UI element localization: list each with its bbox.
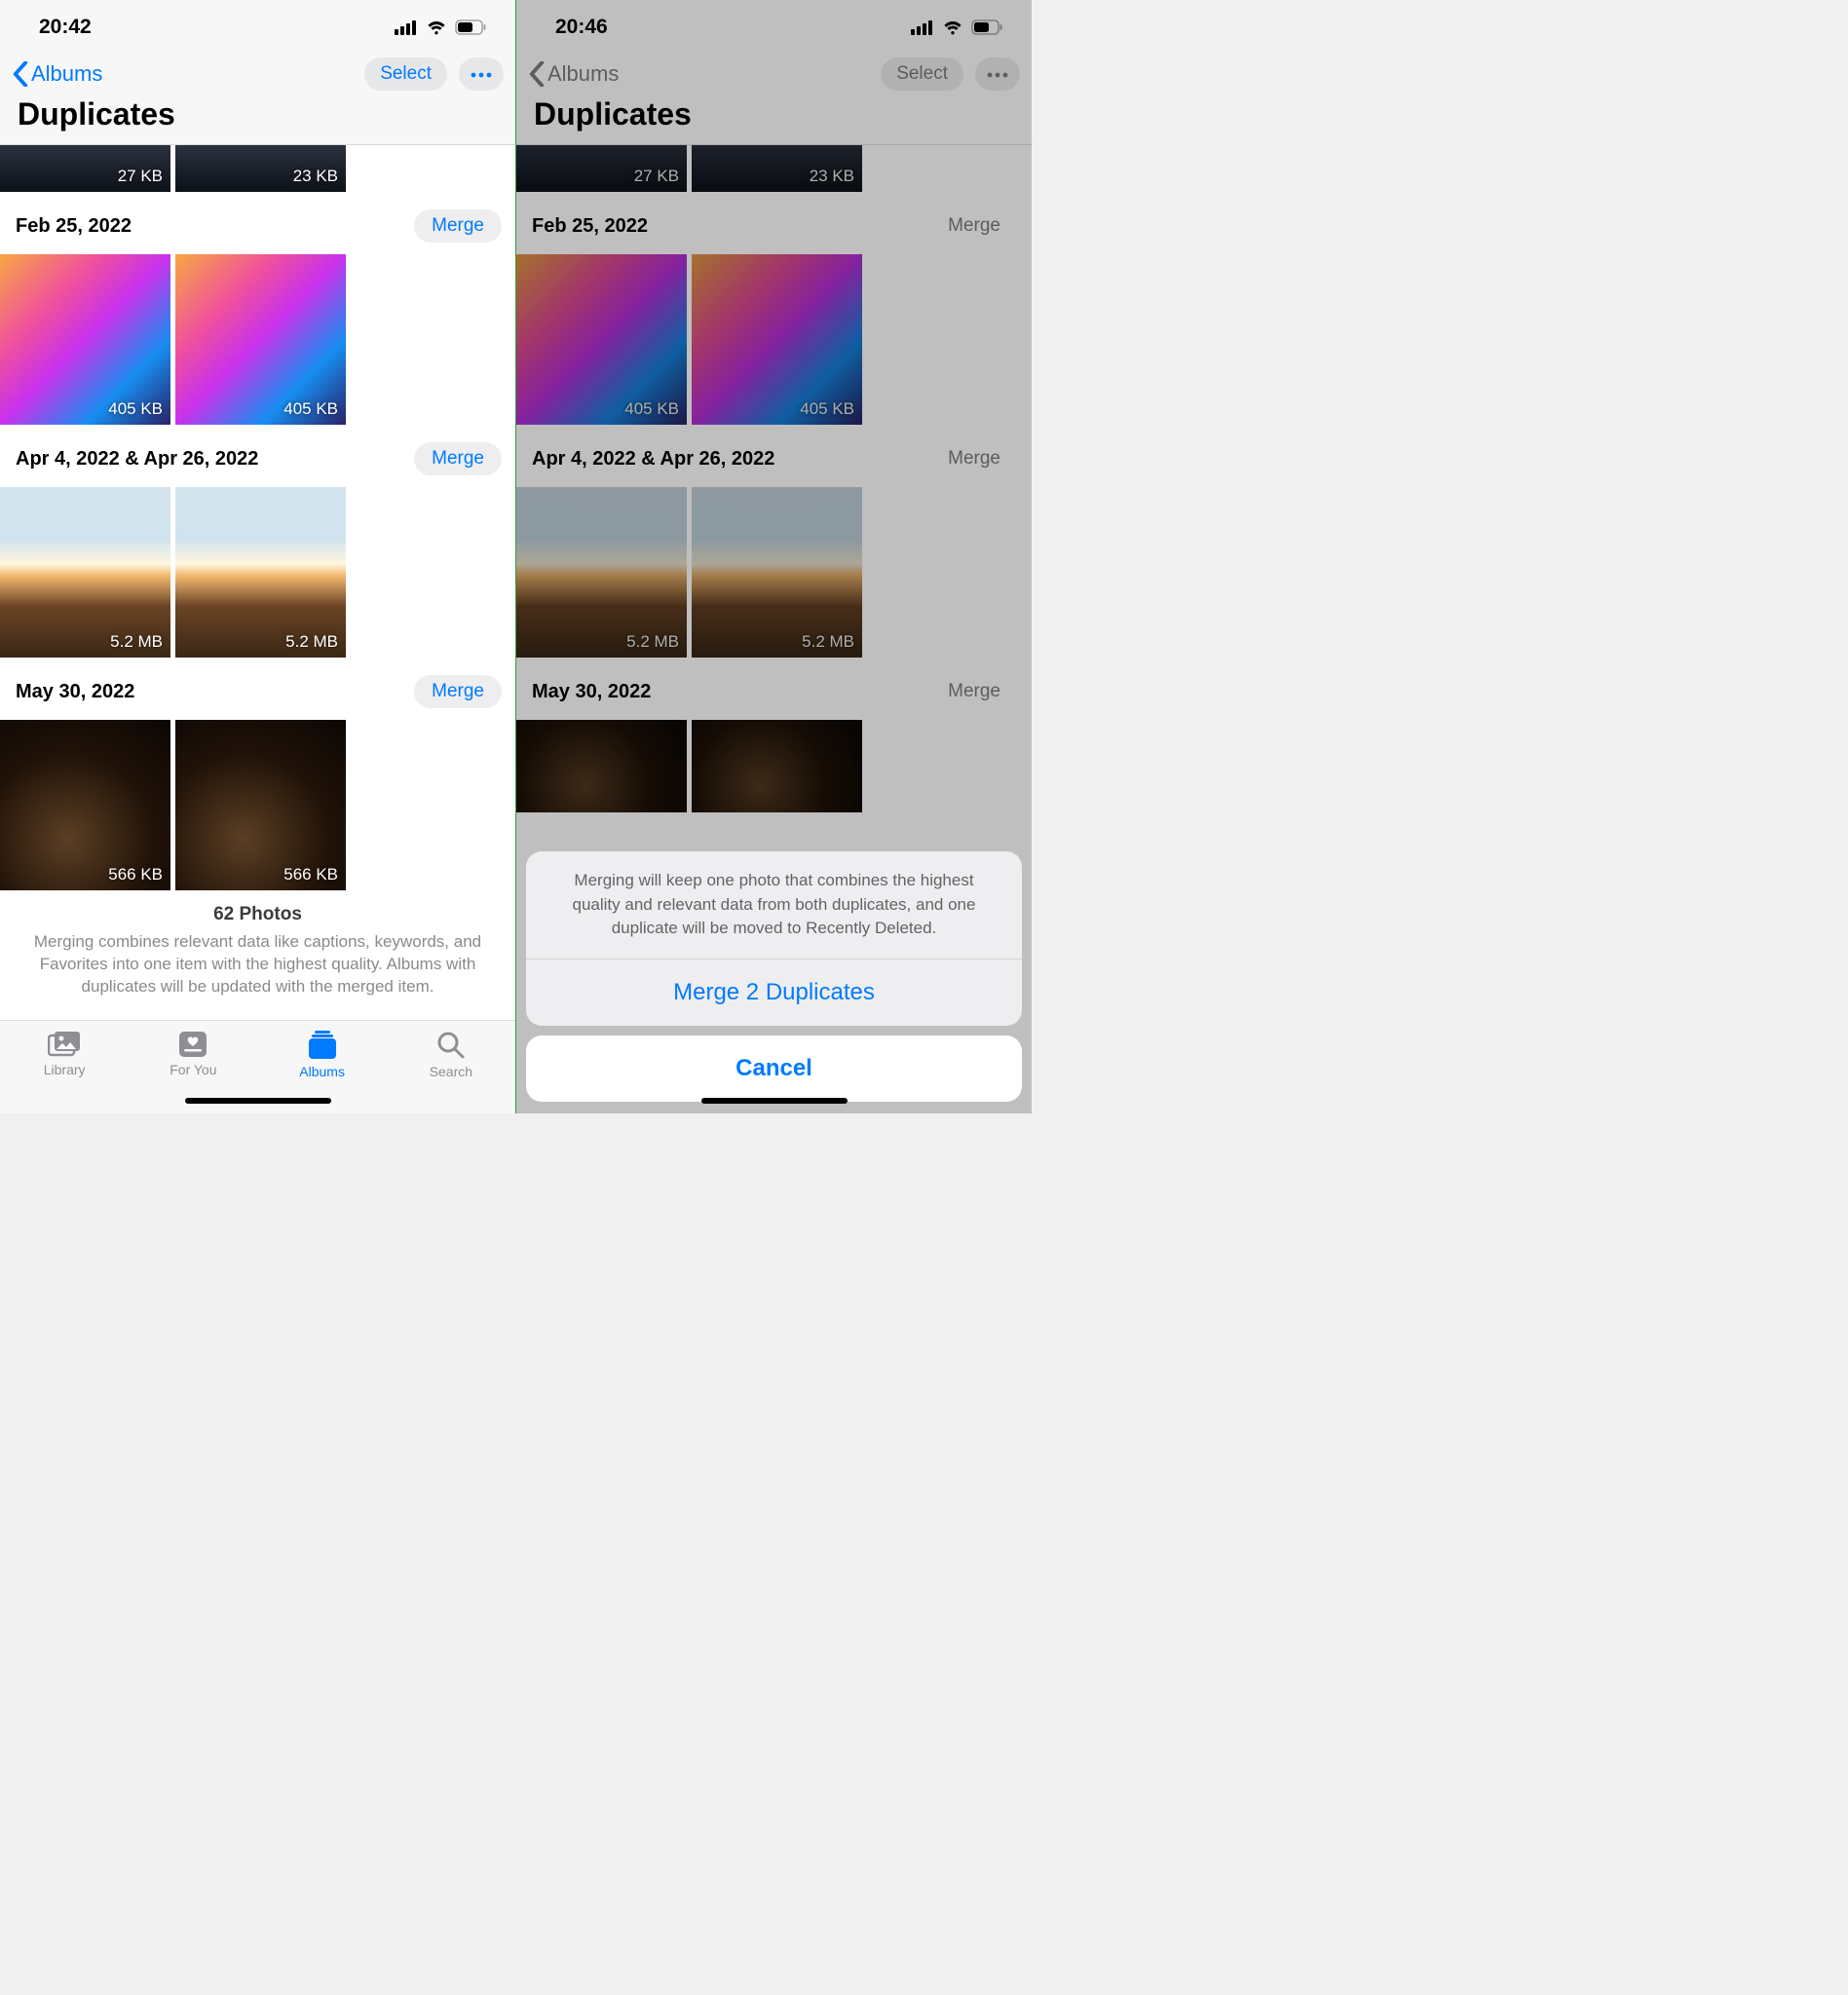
thumb-size: 405 KB bbox=[108, 399, 163, 419]
tab-search[interactable]: Search bbox=[387, 1031, 515, 1113]
photo-thumb[interactable]: 566 KB bbox=[0, 720, 170, 890]
status-bar: 20:42 bbox=[0, 0, 515, 54]
group-date: May 30, 2022 bbox=[16, 681, 134, 703]
screen-right: 20:46 Albums Select Duplicates 27 K bbox=[516, 0, 1032, 1113]
back-button[interactable]: Albums bbox=[12, 61, 102, 87]
nav-bar: Albums Select bbox=[0, 54, 515, 93]
cancel-button[interactable]: Cancel bbox=[526, 1035, 1022, 1102]
tab-label: Albums bbox=[299, 1064, 345, 1079]
tab-library[interactable]: Library bbox=[0, 1031, 129, 1113]
thumb-row-partial: 27 KB 23 KB bbox=[0, 145, 515, 192]
group-header: May 30, 2022 Merge bbox=[0, 658, 515, 720]
thumb-row: 405 KB 405 KB bbox=[0, 254, 515, 425]
thumb-size: 566 KB bbox=[108, 865, 163, 885]
thumb-size: 27 KB bbox=[118, 167, 163, 186]
tab-label: Library bbox=[44, 1062, 86, 1077]
photo-thumb[interactable]: 405 KB bbox=[175, 254, 346, 425]
status-time: 20:42 bbox=[39, 16, 92, 39]
search-icon bbox=[436, 1031, 466, 1060]
photo-thumb[interactable]: 566 KB bbox=[175, 720, 346, 890]
thumb-size: 5.2 MB bbox=[285, 632, 338, 652]
group-header: Feb 25, 2022 Merge bbox=[0, 192, 515, 254]
thumb-size: 23 KB bbox=[293, 167, 338, 186]
library-icon bbox=[48, 1031, 81, 1058]
photo-thumb[interactable]: 27 KB bbox=[0, 145, 170, 192]
back-label: Albums bbox=[31, 61, 102, 87]
thumb-size: 5.2 MB bbox=[110, 632, 163, 652]
thumb-size: 566 KB bbox=[283, 865, 338, 885]
group-date: Apr 4, 2022 & Apr 26, 2022 bbox=[16, 448, 258, 471]
more-button[interactable] bbox=[459, 57, 504, 91]
merge-button[interactable]: Merge bbox=[414, 675, 502, 708]
battery-icon bbox=[455, 19, 486, 35]
summary: 62 Photos Merging combines relevant data… bbox=[0, 890, 515, 1013]
select-button[interactable]: Select bbox=[364, 57, 447, 91]
sheet-block: Merging will keep one photo that combine… bbox=[526, 851, 1022, 1026]
foryou-icon bbox=[178, 1031, 207, 1058]
ellipsis-icon bbox=[471, 71, 492, 79]
albums-icon bbox=[306, 1031, 339, 1060]
merge-duplicates-button[interactable]: Merge 2 Duplicates bbox=[526, 959, 1022, 1026]
merge-button[interactable]: Merge bbox=[414, 209, 502, 243]
tab-bar: Library For You Albums Search bbox=[0, 1020, 515, 1113]
photo-count: 62 Photos bbox=[29, 902, 486, 927]
group-header: Apr 4, 2022 & Apr 26, 2022 Merge bbox=[0, 425, 515, 487]
thumb-row: 566 KB 566 KB bbox=[0, 720, 515, 890]
sheet-message: Merging will keep one photo that combine… bbox=[526, 851, 1022, 959]
photo-thumb[interactable]: 5.2 MB bbox=[175, 487, 346, 658]
summary-body: Merging combines relevant data like capt… bbox=[34, 932, 481, 996]
merge-button[interactable]: Merge bbox=[414, 442, 502, 475]
photo-thumb[interactable]: 5.2 MB bbox=[0, 487, 170, 658]
wifi-icon bbox=[426, 19, 447, 35]
status-icons bbox=[395, 19, 486, 35]
group-date: Feb 25, 2022 bbox=[16, 215, 132, 238]
tab-label: For You bbox=[170, 1062, 216, 1077]
chevron-left-icon bbox=[12, 61, 29, 87]
photo-thumb[interactable]: 405 KB bbox=[0, 254, 170, 425]
content[interactable]: 27 KB 23 KB Feb 25, 2022 Merge 405 KB 40… bbox=[0, 145, 515, 1013]
photo-thumb[interactable]: 23 KB bbox=[175, 145, 346, 192]
nav-actions: Select bbox=[364, 57, 504, 91]
page-title: Duplicates bbox=[0, 93, 515, 145]
thumb-row: 5.2 MB 5.2 MB bbox=[0, 487, 515, 658]
screen-left: 20:42 Albums Select Duplicates 27 KB 23 … bbox=[0, 0, 515, 1113]
action-sheet: Merging will keep one photo that combine… bbox=[526, 851, 1022, 1102]
cellular-icon bbox=[395, 19, 418, 35]
home-indicator[interactable] bbox=[185, 1098, 331, 1104]
tab-label: Search bbox=[430, 1064, 472, 1079]
thumb-size: 405 KB bbox=[283, 399, 338, 419]
home-indicator[interactable] bbox=[701, 1098, 848, 1104]
